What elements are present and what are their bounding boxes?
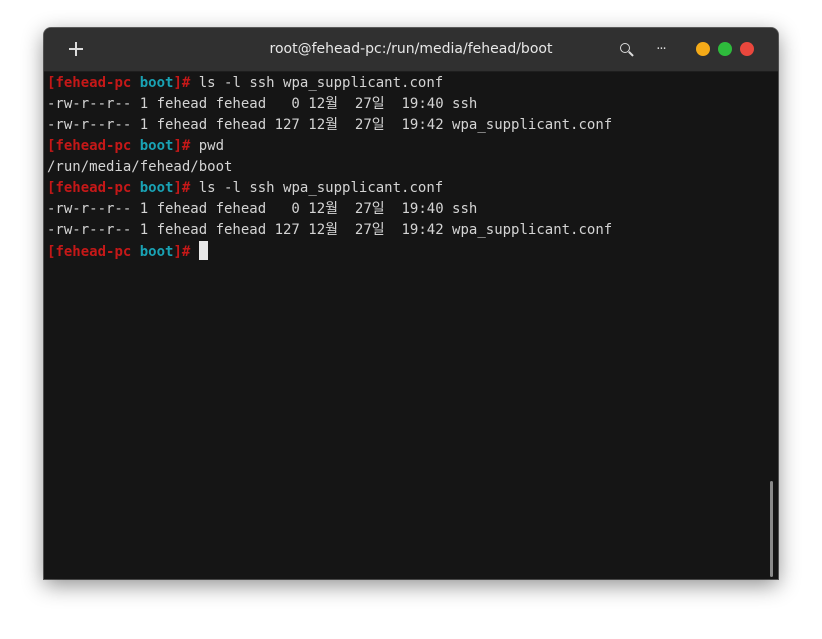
prompt-line: [fehead-pc boot]# [47,241,762,262]
terminal-output[interactable]: [fehead-pc boot]# ls -l ssh wpa_supplica… [47,73,762,573]
prompt-dir: boot [139,138,174,154]
prompt-close-bracket: ]# [173,138,191,154]
title-bar: root@fehead-pc:/run/media/fehead/boot ··… [44,28,778,72]
scrollbar-thumb[interactable] [770,481,773,577]
command-text: ls -l ssh wpa_supplicant.conf [198,180,444,196]
terminal-window: root@fehead-pc:/run/media/fehead/boot ··… [44,28,778,579]
maximize-button[interactable] [718,42,732,56]
more-horizontal-icon[interactable]: ··· [651,40,671,60]
output-line: -rw-r--r-- 1 fehead fehead 127 12월 27일 1… [47,117,613,133]
plus-icon[interactable] [66,39,86,59]
prompt-dir: boot [139,75,174,91]
prompt-close-bracket: ]# [173,180,191,196]
prompt-host: fehead-pc [55,244,132,260]
output-line: /run/media/fehead/boot [47,159,233,175]
output-line: -rw-r--r-- 1 fehead fehead 0 12월 27일 19:… [47,201,478,217]
prompt-close-bracket: ]# [173,75,191,91]
minimize-button[interactable] [696,42,710,56]
prompt-host: fehead-pc [55,180,132,196]
search-icon[interactable] [619,42,635,58]
prompt-line: [fehead-pc boot]# pwd [47,136,762,157]
text-cursor [198,241,208,260]
prompt-line: [fehead-pc boot]# ls -l ssh wpa_supplica… [47,178,762,199]
prompt-host: fehead-pc [55,138,132,154]
close-button[interactable] [740,42,754,56]
vertical-scrollbar[interactable] [766,72,778,579]
command-text: ls -l ssh wpa_supplicant.conf [198,75,444,91]
output-line: -rw-r--r-- 1 fehead fehead 0 12월 27일 19:… [47,96,478,112]
output-line: -rw-r--r-- 1 fehead fehead 127 12월 27일 1… [47,222,613,238]
command-text: pwd [198,138,225,154]
prompt-dir: boot [139,244,174,260]
prompt-close-bracket: ]# [173,244,191,260]
prompt-host: fehead-pc [55,75,132,91]
prompt-dir: boot [139,180,174,196]
prompt-line: [fehead-pc boot]# ls -l ssh wpa_supplica… [47,73,762,94]
